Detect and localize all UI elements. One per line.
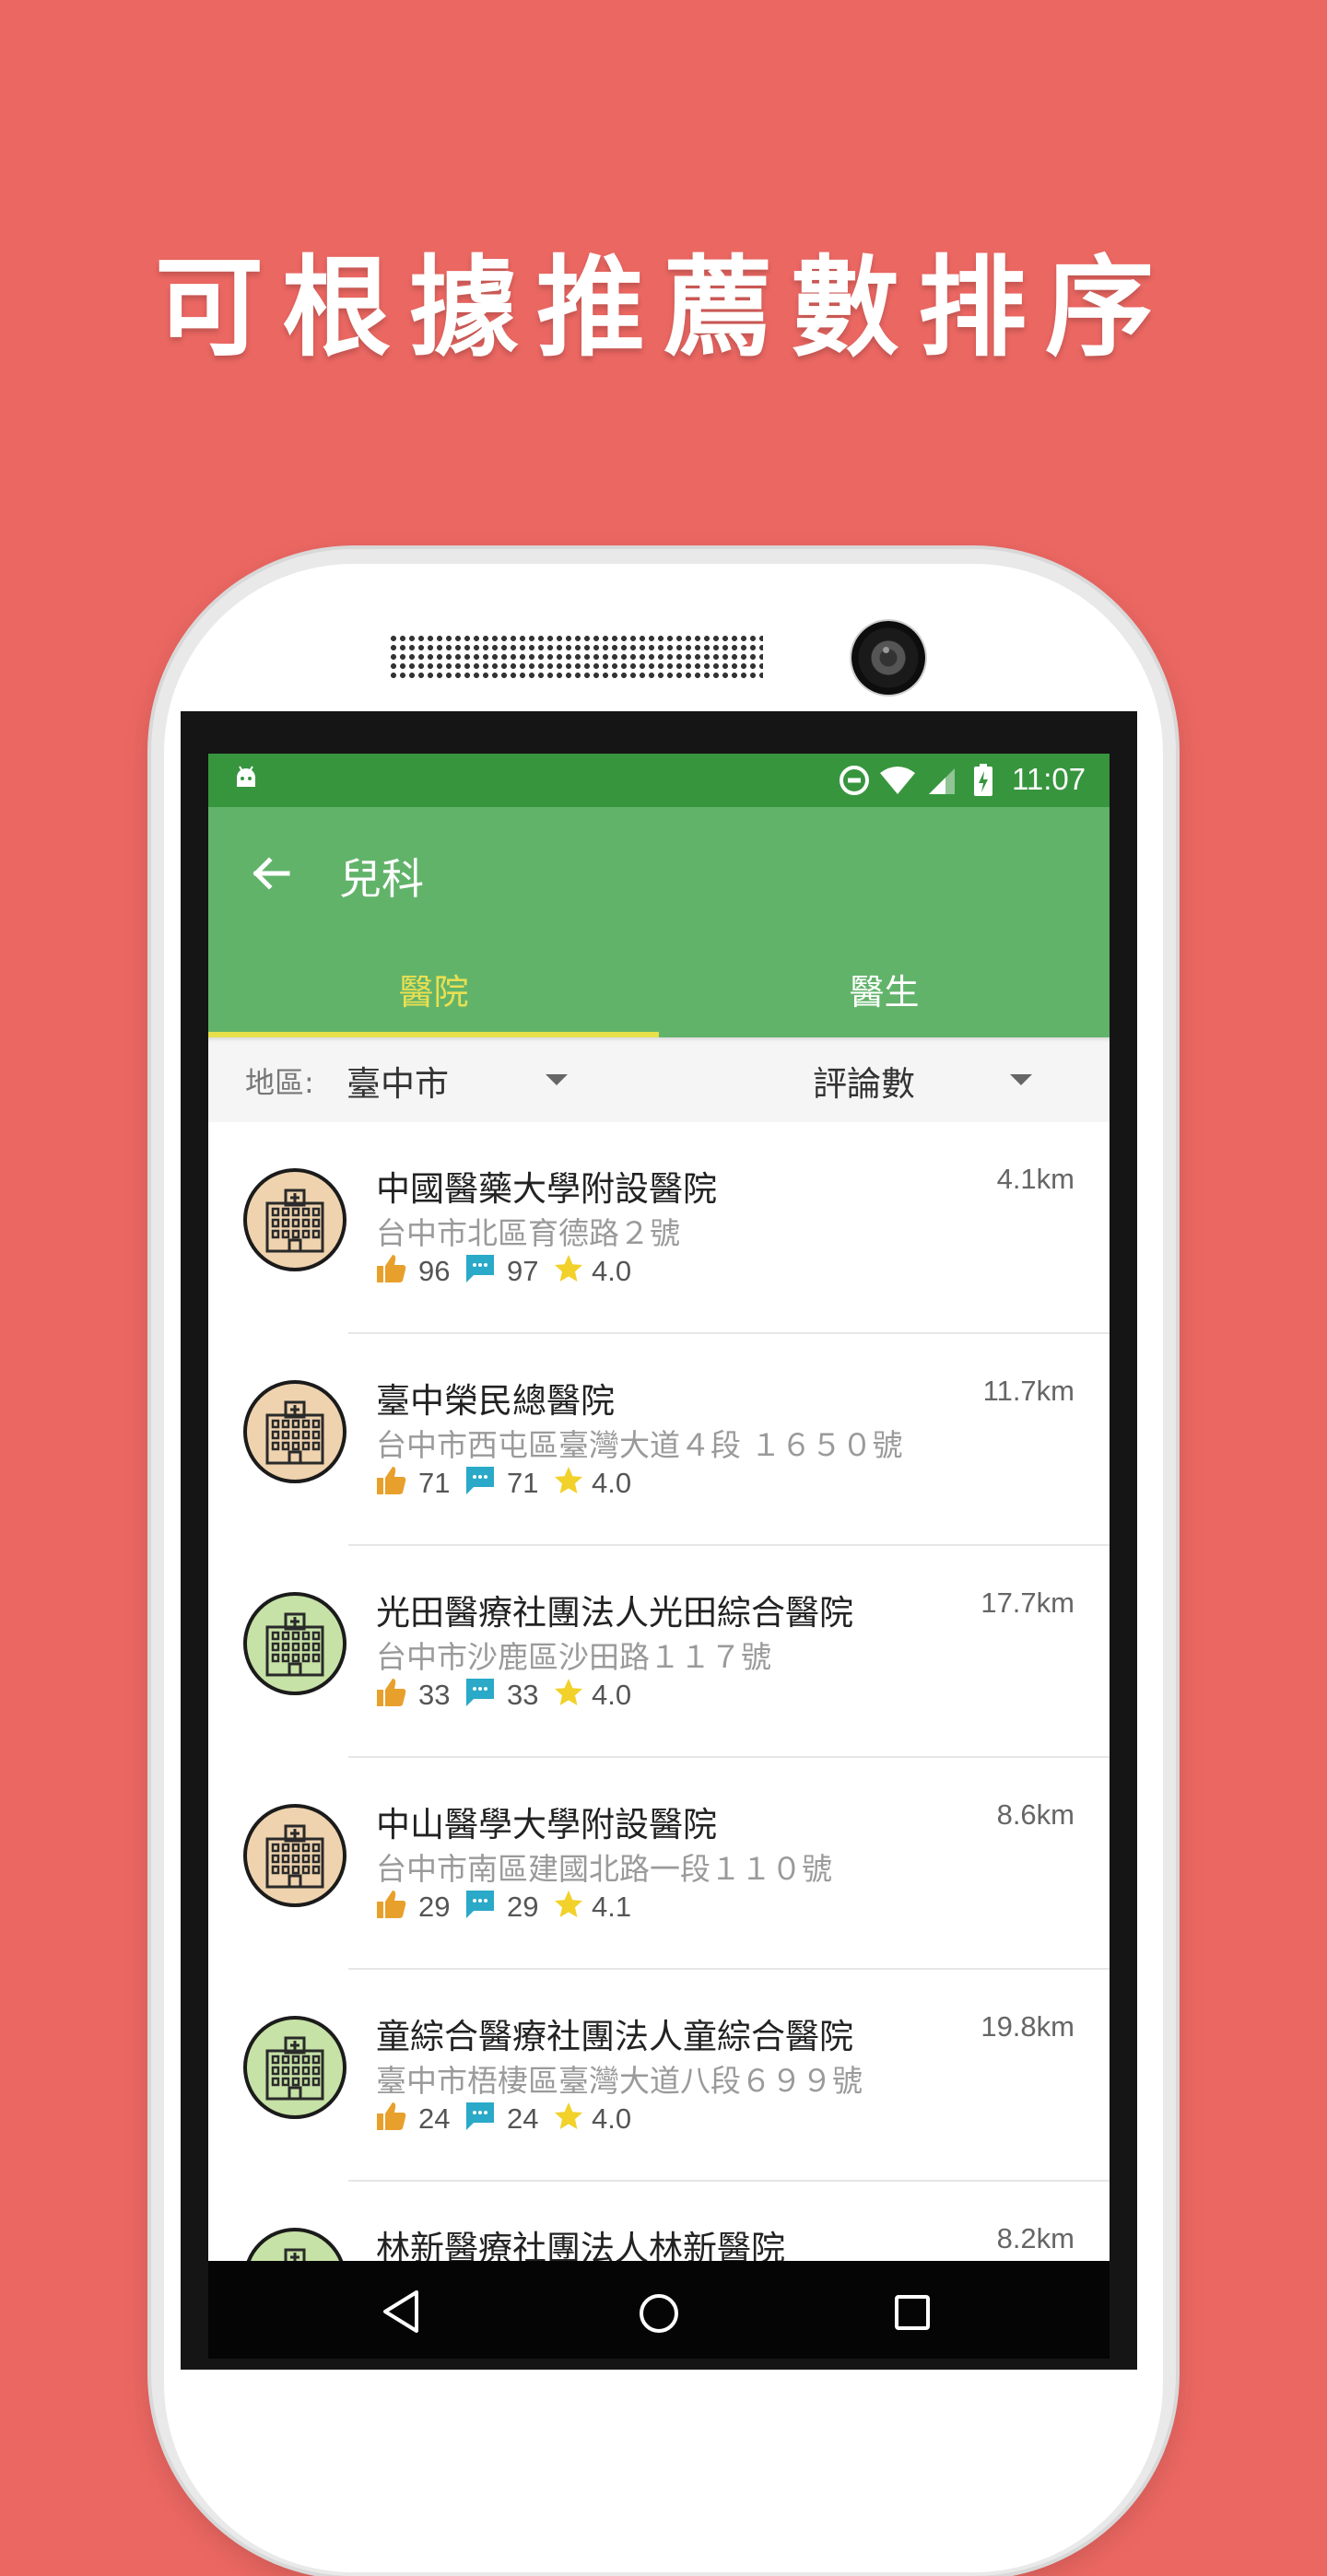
hospital-avatar bbox=[243, 2016, 346, 2119]
hospital-distance: 17.7km bbox=[981, 1587, 1075, 1619]
hospital-avatar bbox=[243, 1380, 346, 1483]
comments-count: 24 bbox=[507, 2102, 539, 2135]
comment-icon bbox=[466, 2102, 494, 2130]
hospital-avatar bbox=[243, 1168, 346, 1271]
thumbs-up-icon bbox=[377, 1679, 406, 1706]
thumbs-up-icon bbox=[377, 1891, 406, 1918]
likes-count: 24 bbox=[418, 2102, 451, 2135]
likes-count: 71 bbox=[418, 1467, 451, 1499]
hospital-address: 台中市南區建國北路一段１１０號 bbox=[376, 1851, 832, 1887]
comments-count: 29 bbox=[507, 1891, 539, 1923]
tab-doctors[interactable]: 醫生 bbox=[659, 964, 1110, 1014]
status-time: 11:07 bbox=[1012, 762, 1086, 796]
wifi-icon bbox=[880, 767, 915, 794]
rating-value: 4.0 bbox=[592, 1679, 632, 1711]
hospital-building-icon bbox=[265, 1400, 324, 1465]
triangle-down-icon[interactable] bbox=[1010, 1074, 1032, 1085]
sort-select[interactable]: 評論數 bbox=[813, 1056, 915, 1106]
camera-lens-glint bbox=[883, 647, 889, 653]
star-icon bbox=[555, 1255, 582, 1282]
hospital-address: 臺中市梧棲區臺灣大道八段６９９號 bbox=[376, 2063, 863, 2099]
status-bar: 11:07 bbox=[208, 754, 1110, 807]
cell-signal-icon bbox=[929, 768, 955, 794]
hospital-building-icon bbox=[265, 1824, 324, 1889]
nav-recent-icon[interactable] bbox=[894, 2294, 931, 2331]
region-select[interactable]: 臺中市 bbox=[346, 1056, 449, 1106]
hospital-address: 台中市沙鹿區沙田路１１７號 bbox=[376, 1639, 771, 1675]
do-not-disturb-icon bbox=[840, 766, 869, 795]
app-screen: 11:07 兒科 醫院 醫生 地區: 臺中市 評論數 中國醫藥大學附設醫院 4.1… bbox=[208, 754, 1110, 2359]
system-nav-bar bbox=[208, 2261, 1110, 2359]
comments-count: 71 bbox=[507, 1467, 539, 1499]
hospital-name: 中山醫學大學附設醫院 bbox=[376, 1805, 717, 1844]
hospital-list-item[interactable]: 童綜合醫療社團法人童綜合醫院 19.8km 臺中市梧棲區臺灣大道八段６９９號 24 24… bbox=[208, 1970, 1110, 2182]
region-label: 地區: bbox=[245, 1065, 314, 1100]
app-bar: 兒科 醫院 醫生 bbox=[208, 807, 1110, 1037]
rating-value: 4.0 bbox=[592, 1467, 632, 1499]
hospital-name: 中國醫藥大學附設醫院 bbox=[376, 1169, 717, 1209]
comments-count: 33 bbox=[507, 1679, 539, 1711]
hospital-avatar bbox=[243, 1804, 346, 1907]
hospital-list-item[interactable]: 中山醫學大學附設醫院 8.6km 台中市南區建國北路一段１１０號 29 29 4.1 bbox=[208, 1758, 1110, 1970]
hospital-distance: 11.7km bbox=[982, 1375, 1075, 1407]
hospital-list: 中國醫藥大學附設醫院 4.1km 台中市北區育德路２號 96 97 4.0 臺中榮民總醫院 1… bbox=[208, 1122, 1110, 2359]
triangle-down-icon[interactable] bbox=[546, 1074, 568, 1085]
rating-value: 4.0 bbox=[592, 2102, 632, 2135]
filter-bar: 地區: 臺中市 評論數 bbox=[208, 1037, 1110, 1122]
comment-icon bbox=[466, 1255, 494, 1282]
hospital-building-icon bbox=[265, 2036, 324, 2101]
rating-value: 4.1 bbox=[592, 1891, 632, 1923]
hospital-building-icon bbox=[265, 1188, 324, 1253]
arrow-left-icon[interactable] bbox=[251, 853, 291, 894]
hospital-list-item[interactable]: 光田醫療社團法人光田綜合醫院 17.7km 台中市沙鹿區沙田路１１７號 33 33 4.0 bbox=[208, 1546, 1110, 1758]
thumbs-up-icon bbox=[377, 1467, 406, 1494]
hospital-distance: 8.2km bbox=[996, 2222, 1075, 2254]
hospital-name: 光田醫療社團法人光田綜合醫院 bbox=[376, 1593, 853, 1633]
page-title: 兒科 bbox=[339, 854, 424, 904]
hospital-avatar bbox=[243, 1592, 346, 1695]
hospital-list-item[interactable]: 中國醫藥大學附設醫院 4.1km 台中市北區育德路２號 96 97 4.0 bbox=[208, 1122, 1110, 1334]
comment-icon bbox=[466, 1891, 494, 1918]
phone-camera bbox=[851, 621, 925, 695]
star-icon bbox=[555, 2102, 582, 2129]
android-notification-icon bbox=[237, 766, 255, 787]
likes-count: 29 bbox=[418, 1891, 451, 1923]
hospital-address: 台中市西屯區臺灣大道４段 １６５０號 bbox=[376, 1427, 903, 1463]
hospital-list-item[interactable]: 臺中榮民總醫院 11.7km 台中市西屯區臺灣大道４段 １６５０號 71 71 4.0 bbox=[208, 1334, 1110, 1546]
rating-value: 4.0 bbox=[592, 1255, 632, 1287]
comment-icon bbox=[466, 1467, 494, 1494]
likes-count: 96 bbox=[418, 1255, 451, 1287]
tab-hospitals[interactable]: 醫院 bbox=[208, 964, 659, 1014]
star-icon bbox=[555, 1679, 582, 1705]
nav-home-icon[interactable] bbox=[638, 2292, 680, 2335]
comment-icon bbox=[466, 1679, 494, 1706]
hospital-distance: 19.8km bbox=[981, 2010, 1075, 2043]
promo-headline: 可根據推薦數排序 bbox=[154, 244, 1172, 371]
star-icon bbox=[555, 1891, 582, 1917]
thumbs-up-icon bbox=[377, 1255, 406, 1282]
likes-count: 33 bbox=[418, 1679, 451, 1711]
hospital-name: 童綜合醫療社團法人童綜合醫院 bbox=[376, 2017, 853, 2056]
thumbs-up-icon bbox=[377, 2102, 406, 2130]
hospital-distance: 4.1km bbox=[996, 1163, 1075, 1195]
comments-count: 97 bbox=[507, 1255, 539, 1287]
nav-back-icon[interactable] bbox=[380, 2289, 422, 2335]
phone-speaker bbox=[389, 634, 763, 678]
hospital-building-icon bbox=[265, 1612, 324, 1677]
hospital-distance: 8.6km bbox=[996, 1798, 1075, 1831]
hospital-address: 台中市北區育德路２號 bbox=[376, 1215, 680, 1251]
battery-charging-icon bbox=[974, 764, 992, 796]
hospital-name: 臺中榮民總醫院 bbox=[376, 1381, 615, 1421]
star-icon bbox=[555, 1467, 582, 1493]
